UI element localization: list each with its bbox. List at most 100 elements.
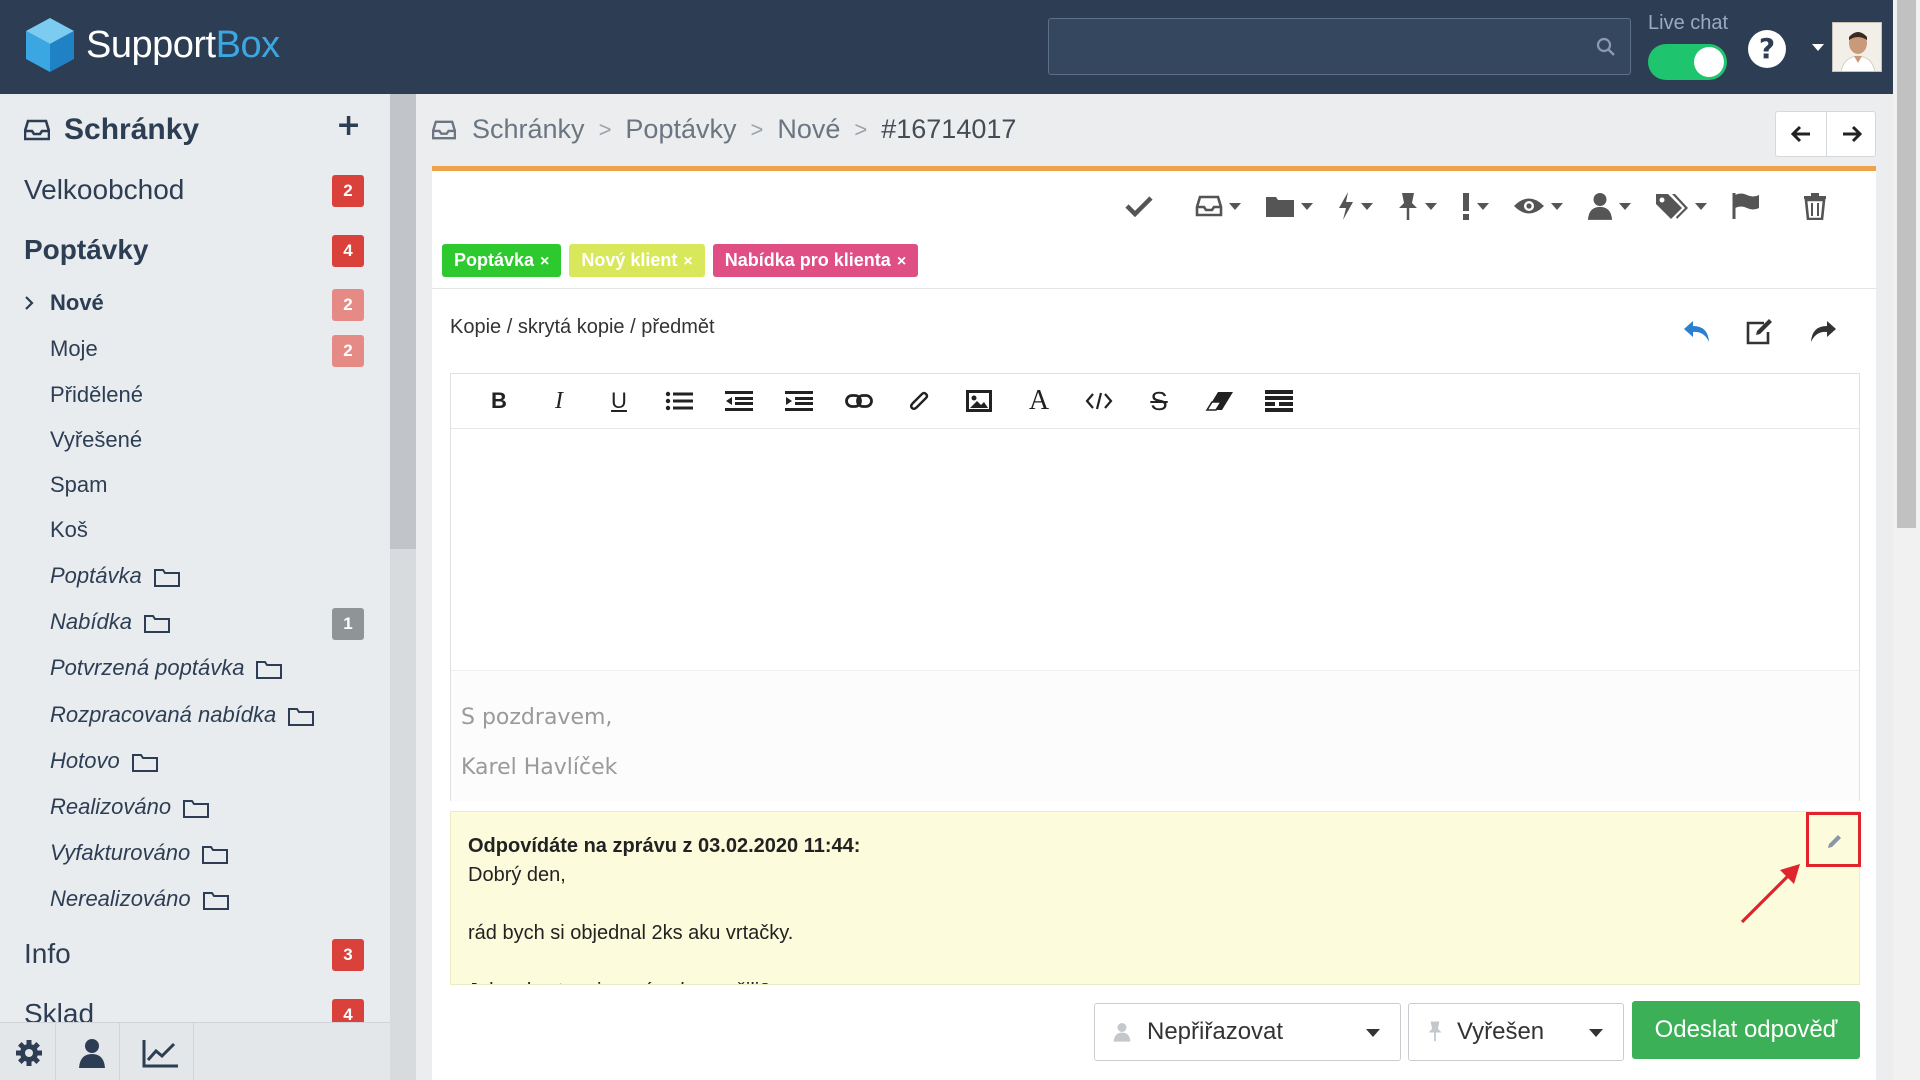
sidebar-item-label: Velkoobchod [24,174,185,205]
assign-user-dropdown[interactable] [1587,186,1631,226]
assign-agent-select[interactable]: Nepřiřazovat [1094,1003,1401,1061]
tag-remove-button[interactable]: × [540,253,549,270]
divider [432,288,1876,289]
sidebar-item-nove[interactable]: Nové 2 [0,288,390,322]
automation-dropdown[interactable] [1337,186,1373,226]
indent-button[interactable] [769,381,829,421]
user-menu-caret-icon[interactable] [1812,44,1824,51]
pin-dropdown[interactable] [1397,186,1437,226]
status-select[interactable]: Vyřešen [1408,1003,1624,1061]
sidebar-item-label: Vyřešené [50,427,143,452]
move-folder-dropdown[interactable] [1265,186,1313,226]
help-icon[interactable]: ? [1748,30,1786,68]
sidebar-item-moje[interactable]: Moje 2 [0,334,390,368]
code-button[interactable] [1069,381,1129,421]
live-chat-toggle[interactable] [1648,44,1727,80]
sidebar-folder-rozpracovana-nabidka[interactable]: Rozpracovaná nabídka [0,699,390,735]
signature-line: S pozdravem, [461,705,613,730]
strikethrough-button[interactable]: S [1129,381,1189,421]
sidebar-folder-vyfakturovano[interactable]: Vyfakturováno [0,837,390,873]
templates-button[interactable] [1249,381,1309,421]
move-mailbox-dropdown[interactable] [1195,186,1241,226]
logo[interactable]: SupportBox [24,16,280,74]
sidebar-scrollbar[interactable] [390,94,416,1080]
sidebar-scrollbar-thumb[interactable] [390,94,416,549]
inbox-icon [24,119,50,141]
attachment-button[interactable] [889,381,949,421]
add-mailbox-button[interactable]: + [336,108,361,143]
quoted-message-header: Odpovídáte na zprávu z 03.02.2020 11:44: [468,835,861,857]
caret-down-icon [1425,202,1437,210]
tag-poptavka[interactable]: Poptávka × [442,244,562,277]
font-button[interactable]: A [1009,381,1069,421]
settings-button[interactable] [0,1023,56,1080]
cc-bcc-subject-link[interactable]: Kopie / skrytá kopie / předmět [450,316,715,339]
underline-icon: U [611,388,627,413]
quoted-message: Odpovídáte na zprávu z 03.02.2020 11:44:… [450,811,1860,985]
tag-nabidka-pro-klienta[interactable]: Nabídka pro klienta × [712,244,919,277]
sidebar-item-velkoobchod[interactable]: Velkoobchod 2 [0,172,390,212]
send-reply-button[interactable]: Odeslat odpověď [1632,1001,1860,1059]
search-box[interactable] [1048,18,1631,75]
caret-down-icon [1695,202,1707,210]
count-badge: 2 [332,289,364,321]
sidebar-item-sklad[interactable]: Sklad 4 [0,998,390,1022]
logo-text: SupportBox [86,23,280,66]
sidebar-folder-hotovo[interactable]: Hotovo [0,745,390,781]
breadcrumb-item[interactable]: Nové [777,114,840,145]
priority-dropdown[interactable] [1461,186,1489,226]
highlight-arrow [1740,864,1800,924]
search-icon[interactable] [1596,37,1616,57]
breadcrumb-item[interactable]: Poptávky [625,114,736,145]
sidebar-item-vyresene[interactable]: Vyřešené [0,425,390,459]
user-button[interactable] [64,1023,120,1080]
sidebar-folder-poptavka[interactable]: Poptávka [0,560,390,596]
bold-button[interactable]: B [469,381,529,421]
search-input[interactable] [1049,19,1630,74]
sidebar-item-poptavky[interactable]: Poptávky 4 [0,232,390,272]
sidebar-folder-nerealizovano[interactable]: Nerealizováno [0,883,390,919]
tags-dropdown[interactable] [1655,186,1707,226]
bullet-list-button[interactable] [649,381,709,421]
forward-button[interactable] [1808,318,1838,350]
italic-button[interactable]: I [529,381,589,421]
sidebar-folder-nabidka[interactable]: Nabídka 1 [0,606,390,642]
tag-novy-klient[interactable]: Nový klient × [569,244,705,277]
reply-button[interactable] [1682,318,1712,350]
sidebar-item-kos[interactable]: Koš [0,515,390,549]
link-button[interactable] [829,381,889,421]
flag-button[interactable] [1731,186,1761,226]
resolve-button[interactable] [1125,186,1153,226]
outdent-button[interactable] [709,381,769,421]
message-body-input[interactable] [451,430,1859,670]
avatar[interactable] [1832,22,1882,72]
image-button[interactable] [949,381,1009,421]
previous-ticket-button[interactable] [1776,112,1826,156]
breadcrumb-item[interactable]: Schránky [472,114,585,145]
sidebar-folder-realizovano[interactable]: Realizováno [0,791,390,827]
sidebar-folder-potvrzena-poptavka[interactable]: Potvrzená poptávka [0,652,390,688]
edit-quote-button[interactable] [1806,812,1861,867]
user-icon [79,1039,105,1068]
sidebar-item-label: Koš [50,517,88,542]
sidebar-item-pridelene[interactable]: Přidělené [0,380,390,414]
stats-button[interactable] [128,1023,194,1080]
arrow-right-icon [1843,125,1862,143]
tag-remove-button[interactable]: × [897,253,906,270]
sidebar-item-spam[interactable]: Spam [0,470,390,504]
page-scrollbar-thumb[interactable] [1897,0,1916,528]
sidebar-item-info[interactable]: Info 3 [0,938,390,978]
next-ticket-button[interactable] [1826,112,1876,156]
tag-remove-button[interactable]: × [683,253,692,270]
font-icon: A [1028,385,1050,416]
underline-button[interactable]: U [589,381,649,421]
ticket-navigation [1775,111,1876,157]
page-scrollbar[interactable] [1893,0,1920,1080]
count-badge: 4 [332,235,364,267]
toggle-knob [1694,47,1724,77]
delete-button[interactable] [1803,186,1827,226]
pencil-icon [1828,835,1841,848]
visibility-dropdown[interactable] [1513,186,1563,226]
clear-format-button[interactable] [1189,381,1249,421]
internal-note-button[interactable] [1745,318,1775,350]
